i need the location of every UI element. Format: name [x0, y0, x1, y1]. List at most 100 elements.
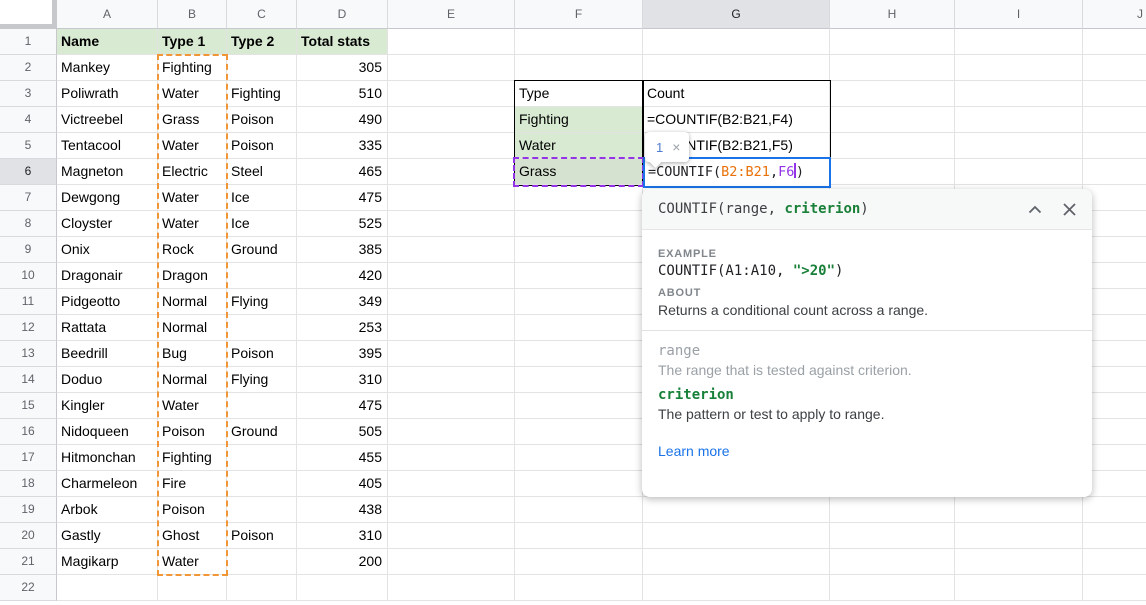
- cell-G4[interactable]: =COUNTIF(B2:B21,F4): [643, 107, 830, 133]
- cell-J2[interactable]: [1083, 55, 1146, 81]
- cell-B16[interactable]: Poison: [158, 419, 227, 445]
- collapse-chevron-up-icon[interactable]: [1026, 200, 1044, 218]
- cell-C12[interactable]: [227, 315, 297, 341]
- cell-J22[interactable]: [1083, 575, 1146, 601]
- row-header-22[interactable]: 22: [0, 575, 57, 601]
- column-header-H[interactable]: H: [830, 0, 955, 29]
- cell-C10[interactable]: [227, 263, 297, 289]
- cell-E21[interactable]: [388, 549, 515, 575]
- row-header-9[interactable]: 9: [0, 237, 57, 263]
- cell-J6[interactable]: [1083, 159, 1146, 185]
- cell-J5[interactable]: [1083, 133, 1146, 159]
- column-header-F[interactable]: F: [515, 0, 643, 29]
- cell-I3[interactable]: [955, 81, 1083, 107]
- cell-A9[interactable]: Onix: [57, 237, 158, 263]
- cell-E9[interactable]: [388, 237, 515, 263]
- cell-F10[interactable]: [515, 263, 643, 289]
- cell-H21[interactable]: [830, 549, 955, 575]
- cell-C6[interactable]: Steel: [227, 159, 297, 185]
- cell-D1[interactable]: Total stats: [297, 29, 388, 55]
- column-header-C[interactable]: C: [227, 0, 297, 29]
- cell-A20[interactable]: Gastly: [57, 523, 158, 549]
- cell-B11[interactable]: Normal: [158, 289, 227, 315]
- learn-more-link[interactable]: Learn more: [658, 443, 730, 459]
- cell-I22[interactable]: [955, 575, 1083, 601]
- column-header-A[interactable]: A: [57, 0, 158, 29]
- cell-F8[interactable]: [515, 211, 643, 237]
- row-header-5[interactable]: 5: [0, 133, 57, 159]
- cell-B7[interactable]: Water: [158, 185, 227, 211]
- column-header-B[interactable]: B: [158, 0, 227, 29]
- cell-F21[interactable]: [515, 549, 643, 575]
- row-header-11[interactable]: 11: [0, 289, 57, 315]
- row-header-2[interactable]: 2: [0, 55, 57, 81]
- cell-E7[interactable]: [388, 185, 515, 211]
- cell-D20[interactable]: 310: [297, 523, 388, 549]
- cell-J20[interactable]: [1083, 523, 1146, 549]
- cell-E10[interactable]: [388, 263, 515, 289]
- cell-E8[interactable]: [388, 211, 515, 237]
- cell-D17[interactable]: 455: [297, 445, 388, 471]
- cell-E19[interactable]: [388, 497, 515, 523]
- cell-G3[interactable]: Count: [643, 81, 830, 107]
- column-header-I[interactable]: I: [955, 0, 1083, 29]
- cell-A8[interactable]: Cloyster: [57, 211, 158, 237]
- row-header-21[interactable]: 21: [0, 549, 57, 575]
- cell-J3[interactable]: [1083, 81, 1146, 107]
- cell-C17[interactable]: [227, 445, 297, 471]
- cell-D16[interactable]: 505: [297, 419, 388, 445]
- cell-B15[interactable]: Water: [158, 393, 227, 419]
- cell-B20[interactable]: Ghost: [158, 523, 227, 549]
- cell-C15[interactable]: [227, 393, 297, 419]
- cell-F2[interactable]: [515, 55, 643, 81]
- row-header-6[interactable]: 6: [0, 159, 57, 185]
- row-header-1[interactable]: 1: [0, 29, 57, 55]
- cell-B17[interactable]: Fighting: [158, 445, 227, 471]
- cell-J16[interactable]: [1083, 419, 1146, 445]
- row-header-3[interactable]: 3: [0, 81, 57, 107]
- cell-E20[interactable]: [388, 523, 515, 549]
- cell-I21[interactable]: [955, 549, 1083, 575]
- cell-G1[interactable]: [643, 29, 830, 55]
- cell-J9[interactable]: [1083, 237, 1146, 263]
- cell-A13[interactable]: Beedrill: [57, 341, 158, 367]
- cell-A19[interactable]: Arbok: [57, 497, 158, 523]
- row-header-15[interactable]: 15: [0, 393, 57, 419]
- cell-A3[interactable]: Poliwrath: [57, 81, 158, 107]
- cell-E5[interactable]: [388, 133, 515, 159]
- cell-C11[interactable]: Flying: [227, 289, 297, 315]
- cell-C18[interactable]: [227, 471, 297, 497]
- cell-B22[interactable]: [158, 575, 227, 601]
- row-header-14[interactable]: 14: [0, 367, 57, 393]
- cell-C3[interactable]: Fighting: [227, 81, 297, 107]
- cell-D10[interactable]: 420: [297, 263, 388, 289]
- cell-C13[interactable]: Poison: [227, 341, 297, 367]
- cell-G22[interactable]: [643, 575, 830, 601]
- cell-F11[interactable]: [515, 289, 643, 315]
- cell-F1[interactable]: [515, 29, 643, 55]
- cell-F15[interactable]: [515, 393, 643, 419]
- cell-I5[interactable]: [955, 133, 1083, 159]
- cell-D7[interactable]: 475: [297, 185, 388, 211]
- column-header-E[interactable]: E: [388, 0, 515, 29]
- cell-B3[interactable]: Water: [158, 81, 227, 107]
- cell-D21[interactable]: 200: [297, 549, 388, 575]
- cell-A21[interactable]: Magikarp: [57, 549, 158, 575]
- cell-D15[interactable]: 475: [297, 393, 388, 419]
- cell-B4[interactable]: Grass: [158, 107, 227, 133]
- cell-D9[interactable]: 385: [297, 237, 388, 263]
- cell-J13[interactable]: [1083, 341, 1146, 367]
- cell-F3[interactable]: Type: [515, 81, 643, 107]
- cell-A2[interactable]: Mankey: [57, 55, 158, 81]
- cell-F12[interactable]: [515, 315, 643, 341]
- cell-F17[interactable]: [515, 445, 643, 471]
- select-all-corner[interactable]: [0, 0, 57, 29]
- cell-A12[interactable]: Rattata: [57, 315, 158, 341]
- row-header-8[interactable]: 8: [0, 211, 57, 237]
- cell-B9[interactable]: Rock: [158, 237, 227, 263]
- cell-F18[interactable]: [515, 471, 643, 497]
- row-header-4[interactable]: 4: [0, 107, 57, 133]
- cell-C8[interactable]: Ice: [227, 211, 297, 237]
- cell-D22[interactable]: [297, 575, 388, 601]
- cell-D5[interactable]: 335: [297, 133, 388, 159]
